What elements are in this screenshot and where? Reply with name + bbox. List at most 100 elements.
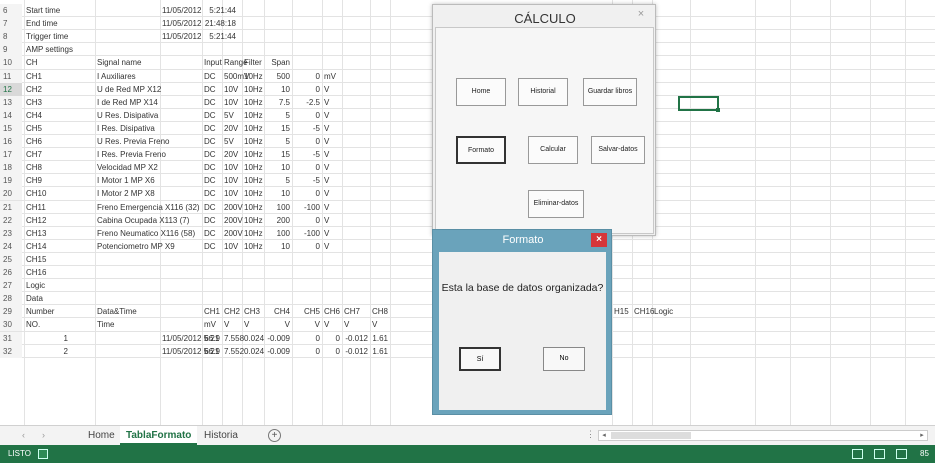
cell-h[interactable]: -5 bbox=[292, 122, 322, 135]
cell-f[interactable]: 10Hz bbox=[242, 70, 264, 83]
cell-h[interactable]: 0 bbox=[292, 214, 322, 227]
cell-i[interactable]: V bbox=[322, 318, 342, 331]
row-header[interactable]: 21 bbox=[0, 200, 22, 214]
salvar-datos-button[interactable]: Salvar-datos bbox=[591, 136, 645, 164]
cell-f[interactable]: 10Hz bbox=[242, 161, 264, 174]
cell-e[interactable]: 5V bbox=[222, 109, 242, 122]
cell-e[interactable]: 10V bbox=[222, 187, 242, 200]
cell-b[interactable]: I de Red MP X14 bbox=[95, 96, 160, 109]
cell-b[interactable]: U Res. Disipativa bbox=[95, 109, 160, 122]
cell-h[interactable]: CH5 bbox=[292, 305, 322, 318]
cell-b[interactable]: Velocidad MP X2 bbox=[95, 161, 160, 174]
cell-a[interactable]: CH3 bbox=[24, 96, 95, 109]
cell-e[interactable]: 20V bbox=[222, 148, 242, 161]
cell-e[interactable]: 10V bbox=[222, 96, 242, 109]
eliminar-datos-button[interactable]: Eliminar-datos bbox=[528, 190, 584, 218]
cell-f[interactable]: 10Hz bbox=[242, 214, 264, 227]
cell-f[interactable]: 10Hz bbox=[242, 240, 264, 253]
cell-s[interactable]: CH16 bbox=[632, 305, 654, 318]
cell-g[interactable]: 10 bbox=[264, 187, 292, 200]
row-header[interactable]: 6 bbox=[0, 4, 22, 17]
cell-hu[interactable]: V bbox=[322, 83, 340, 96]
row-header[interactable]: 10 bbox=[0, 56, 22, 70]
cell-g[interactable]: 15 bbox=[264, 148, 292, 161]
row-header[interactable]: 19 bbox=[0, 174, 22, 188]
cell-d[interactable]: DC bbox=[202, 187, 222, 200]
cell-c[interactable]: 11/05/2012 5:21 bbox=[160, 345, 219, 358]
cell-hu[interactable]: V bbox=[322, 122, 340, 135]
cell-f[interactable]: 10Hz bbox=[242, 109, 264, 122]
cell-j[interactable]: -0.012 bbox=[342, 332, 370, 345]
formato-close-icon[interactable]: × bbox=[591, 233, 607, 247]
row-header[interactable]: 28 bbox=[0, 292, 22, 306]
si-button[interactable]: Sí bbox=[459, 347, 501, 371]
cell-d[interactable]: 66.9 bbox=[202, 332, 222, 345]
cell-h[interactable]: 0 bbox=[292, 135, 322, 148]
cell-anum[interactable]: 2 bbox=[24, 345, 70, 358]
row-header[interactable]: 18 bbox=[0, 161, 22, 175]
row-header[interactable]: 8 bbox=[0, 30, 22, 44]
cell-b[interactable]: Freno Neumatico X116 (58) bbox=[95, 227, 195, 240]
horizontal-scrollbar[interactable]: ◂ ▸ bbox=[598, 430, 928, 441]
cell-g[interactable]: Span bbox=[264, 56, 292, 69]
cell-g[interactable]: 7.5 bbox=[264, 96, 292, 109]
row-header[interactable]: 23 bbox=[0, 226, 22, 240]
cell-e[interactable]: 7.552 bbox=[222, 345, 244, 358]
cell-hu[interactable]: V bbox=[322, 96, 340, 109]
cell-a[interactable]: CH1 bbox=[24, 70, 95, 83]
cell-hu[interactable]: V bbox=[322, 109, 340, 122]
cell-d[interactable]: CH1 bbox=[202, 305, 222, 318]
cell-h[interactable]: 0 bbox=[292, 109, 322, 122]
calcular-button[interactable]: Calcular bbox=[528, 136, 578, 164]
row-header[interactable]: 31 bbox=[0, 331, 22, 345]
cell-a[interactable]: CH14 bbox=[24, 240, 95, 253]
normal-view-icon[interactable] bbox=[852, 449, 863, 459]
cell-a[interactable]: CH8 bbox=[24, 161, 95, 174]
cell-g[interactable]: 10 bbox=[264, 83, 292, 96]
cell-a[interactable]: CH11 bbox=[24, 201, 95, 214]
cell-d[interactable]: DC bbox=[202, 201, 222, 214]
cell-h[interactable]: 0 bbox=[292, 332, 322, 345]
add-sheet-icon[interactable]: + bbox=[268, 429, 281, 442]
cell-h[interactable]: -100 bbox=[292, 201, 322, 214]
cell-d[interactable]: DC bbox=[202, 227, 222, 240]
cell-a[interactable]: CH5 bbox=[24, 122, 95, 135]
cell-h[interactable]: -2.5 bbox=[292, 96, 322, 109]
cell-d[interactable]: DC bbox=[202, 122, 222, 135]
cell-j[interactable]: V bbox=[342, 318, 370, 331]
cell-j[interactable]: CH7 bbox=[342, 305, 370, 318]
cell-d[interactable]: DC bbox=[202, 109, 222, 122]
row-header[interactable]: 13 bbox=[0, 95, 22, 109]
cell-f[interactable]: 10Hz bbox=[242, 227, 264, 240]
row-header[interactable]: 24 bbox=[0, 239, 22, 253]
cell-d[interactable]: DC bbox=[202, 214, 222, 227]
cell-hu[interactable]: V bbox=[322, 148, 340, 161]
cell-f[interactable]: 0.024 bbox=[242, 332, 264, 345]
cell-a[interactable]: CH15 bbox=[24, 253, 95, 266]
cell-b[interactable]: U de Red MP X12 bbox=[95, 83, 161, 96]
cell-j[interactable]: -0.012 bbox=[342, 345, 370, 358]
cell-r[interactable]: H15 bbox=[612, 305, 632, 318]
scroll-thumb[interactable] bbox=[611, 432, 691, 439]
tab-home[interactable]: Home bbox=[82, 426, 121, 445]
row-header[interactable]: 26 bbox=[0, 266, 22, 279]
cell-a[interactable]: Start time bbox=[24, 4, 95, 17]
cell-a[interactable]: CH2 bbox=[24, 83, 95, 96]
cell-hu[interactable]: V bbox=[322, 214, 340, 227]
cell-f[interactable]: 10Hz bbox=[242, 96, 264, 109]
cell-g[interactable]: V bbox=[264, 318, 292, 331]
cell-hu[interactable]: V bbox=[322, 174, 340, 187]
scroll-left-icon[interactable]: ◂ bbox=[599, 431, 609, 440]
cell-h[interactable]: -5 bbox=[292, 174, 322, 187]
cell-a[interactable]: AMP settings bbox=[24, 43, 95, 56]
cell-e[interactable]: 10V bbox=[222, 174, 242, 187]
cell-a[interactable]: NO. bbox=[24, 318, 95, 331]
cell-h[interactable]: 0 bbox=[292, 70, 322, 83]
row-header[interactable]: 14 bbox=[0, 108, 22, 122]
cell-a[interactable]: End time bbox=[24, 17, 95, 30]
row-header[interactable]: 17 bbox=[0, 148, 22, 162]
cell-a[interactable]: CH6 bbox=[24, 135, 95, 148]
tab-nav-prev-icon[interactable]: ‹ bbox=[22, 426, 25, 445]
cell-t[interactable]: Logic bbox=[652, 305, 690, 318]
cell-c[interactable]: 11/05/2012 bbox=[160, 4, 202, 17]
